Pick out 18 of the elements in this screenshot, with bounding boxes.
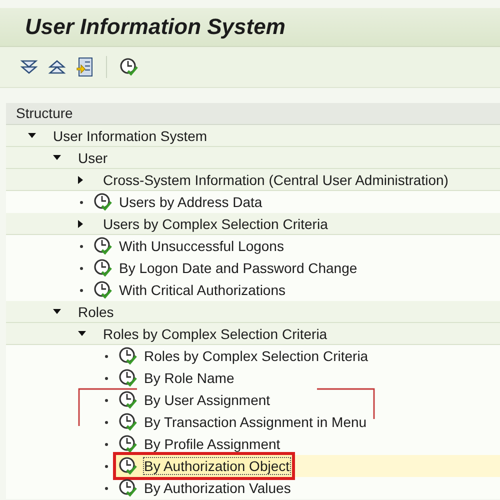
window-title: User Information System bbox=[25, 14, 286, 40]
tree-item[interactable]: Roles bbox=[78, 304, 114, 320]
bullet-icon bbox=[80, 244, 83, 248]
column-header: Structure bbox=[6, 103, 500, 125]
tree-item[interactable]: By Authorization Object bbox=[116, 455, 292, 477]
bullet-icon bbox=[105, 398, 108, 402]
bullet-icon bbox=[105, 442, 108, 446]
bullet-icon bbox=[80, 266, 83, 270]
bullet-icon bbox=[105, 420, 108, 424]
annotation-line bbox=[78, 388, 138, 428]
clock-check-icon bbox=[118, 456, 138, 476]
bullet-icon bbox=[80, 288, 83, 292]
bullet-icon bbox=[105, 486, 108, 490]
tree-item[interactable]: User bbox=[78, 150, 108, 166]
bullet-icon bbox=[105, 464, 108, 468]
bullet-icon bbox=[80, 200, 83, 204]
bullet-icon bbox=[105, 354, 108, 358]
bullet-icon bbox=[105, 376, 108, 380]
